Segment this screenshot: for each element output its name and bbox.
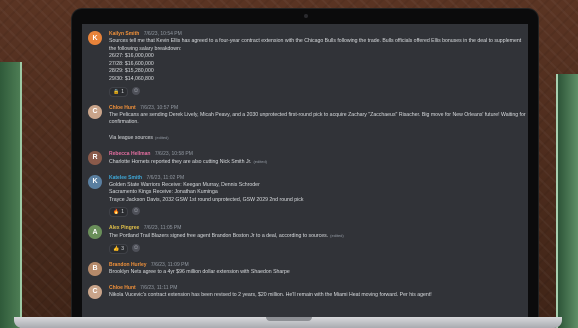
message-item[interactable]: B Brandon Hurley 7/6/23, 11:09 PM Brookl… xyxy=(82,261,528,277)
add-reaction-icon[interactable]: ☺ xyxy=(132,86,141,95)
message-author[interactable]: Katelee Smith xyxy=(109,175,142,181)
message-line: the following salary breakdown: xyxy=(109,45,182,52)
avatar[interactable]: B xyxy=(88,261,102,276)
message-line: The Pelicans are sending Derek Lively, M… xyxy=(109,111,526,118)
message-timestamp: 7/6/23, 10:54 PM xyxy=(143,31,182,37)
message-item[interactable]: K Katelee Smith 7/6/23, 11:02 PM Golden … xyxy=(82,174,528,218)
right-poster-art xyxy=(556,74,578,328)
message-line: Sources tell me that Kevin Ellis has agr… xyxy=(109,38,522,44)
chat-message-list[interactable]: K Kailyn Smith 7/6/23, 10:54 PM Sources … xyxy=(82,24,528,321)
message-author[interactable]: Chloe Hunt xyxy=(109,285,136,291)
message-line: Charlotte Hornets reported they are also… xyxy=(109,158,528,167)
message-line: Via league sources (edited) xyxy=(109,134,528,143)
edited-label: (edited) xyxy=(330,233,344,239)
message-timestamp: 7/6/23, 10:58 PM xyxy=(154,150,193,157)
edited-label: (edited) xyxy=(253,158,267,164)
message-line: 26/27: $16,000,000 xyxy=(109,53,154,60)
message-line: Golden State Warriors Receive: Keegan Mu… xyxy=(109,181,260,188)
avatar[interactable]: K xyxy=(88,174,102,189)
add-reaction-icon[interactable]: ☺ xyxy=(132,243,141,252)
avatar[interactable]: C xyxy=(88,284,102,299)
message-author[interactable]: Brandon Hurley xyxy=(109,262,147,268)
message-item[interactable]: R Rebecca Hellman 7/6/23, 10:58 PM Charl… xyxy=(82,150,528,167)
edited-label: (edited) xyxy=(155,135,169,141)
reaction-count: 1 xyxy=(121,88,125,95)
laptop-hinge-notch xyxy=(266,317,312,321)
lock-emoji-icon: 🔒 xyxy=(113,88,120,95)
reaction-count: 3 xyxy=(121,245,125,252)
message-item[interactable]: A Alex Pingree 7/6/23, 11:05 PM The Port… xyxy=(82,224,528,254)
message-item[interactable]: C Chloe Hunt 7/6/23, 11:11 PM Nikola Vuc… xyxy=(82,284,528,300)
message-item[interactable]: K Kailyn Smith 7/6/23, 10:54 PM Sources … xyxy=(82,30,528,97)
message-author[interactable]: Rebecca Hellman xyxy=(109,151,150,157)
fire-emoji-icon: 🔥 xyxy=(113,209,120,216)
message-line: 29/30: $14,060,800 xyxy=(109,75,154,82)
laptop-base xyxy=(14,317,562,328)
message-timestamp: 7/6/23, 11:11 PM xyxy=(140,284,178,291)
message-line: The Portland Trail Blazers signed free a… xyxy=(109,232,528,241)
message-text: The Portland Trail Blazers signed free a… xyxy=(109,233,329,240)
avatar[interactable]: K xyxy=(88,31,102,45)
avatar[interactable]: C xyxy=(88,104,102,119)
message-author[interactable]: Alex Pingree xyxy=(109,225,139,231)
left-poster-art xyxy=(0,62,22,328)
message-timestamp: 7/6/23, 10:57 PM xyxy=(140,104,179,111)
message-author[interactable]: Kailyn Smith xyxy=(109,31,139,37)
reaction-count: 1 xyxy=(121,209,125,216)
reaction-chip[interactable]: 👍 3 xyxy=(109,243,129,254)
laptop-bezel: K Kailyn Smith 7/6/23, 10:54 PM Sources … xyxy=(72,9,538,321)
message-author[interactable]: Chloe Hunt xyxy=(109,105,136,111)
message-line: Sacramento Kings Receive: Jonathan Kumin… xyxy=(109,189,218,196)
message-line: confirmation. xyxy=(109,119,139,126)
message-timestamp: 7/6/23, 11:09 PM xyxy=(150,261,189,268)
message-line xyxy=(109,127,528,135)
avatar[interactable]: A xyxy=(88,225,102,240)
message-item[interactable]: C Chloe Hunt 7/6/23, 10:57 PM The Pelica… xyxy=(82,104,528,143)
message-line: 28/29: $15,280,000 xyxy=(109,68,154,75)
message-text: Via league sources xyxy=(109,135,154,142)
message-line: Trayce Jackson Davis, 2032 GSW 1st round… xyxy=(109,196,304,203)
add-reaction-icon[interactable]: ☺ xyxy=(132,207,141,216)
message-line: Brooklyn Nets agree to a 4yr $96 million… xyxy=(109,268,290,275)
reaction-chip[interactable]: 🔒 1 xyxy=(109,86,129,97)
webcam-icon xyxy=(304,14,308,18)
thumbs-up-emoji-icon: 👍 xyxy=(113,245,120,252)
message-text: Charlotte Hornets reported they are also… xyxy=(109,158,252,165)
message-line: Nikola Vucevic's contract extension has … xyxy=(109,291,432,298)
reaction-chip[interactable]: 🔥 1 xyxy=(109,207,129,218)
message-line: 27/28: $16,600,000 xyxy=(109,60,154,67)
message-timestamp: 7/6/23, 11:05 PM xyxy=(143,225,182,232)
message-timestamp: 7/6/23, 11:02 PM xyxy=(146,174,185,181)
avatar[interactable]: R xyxy=(88,150,102,165)
